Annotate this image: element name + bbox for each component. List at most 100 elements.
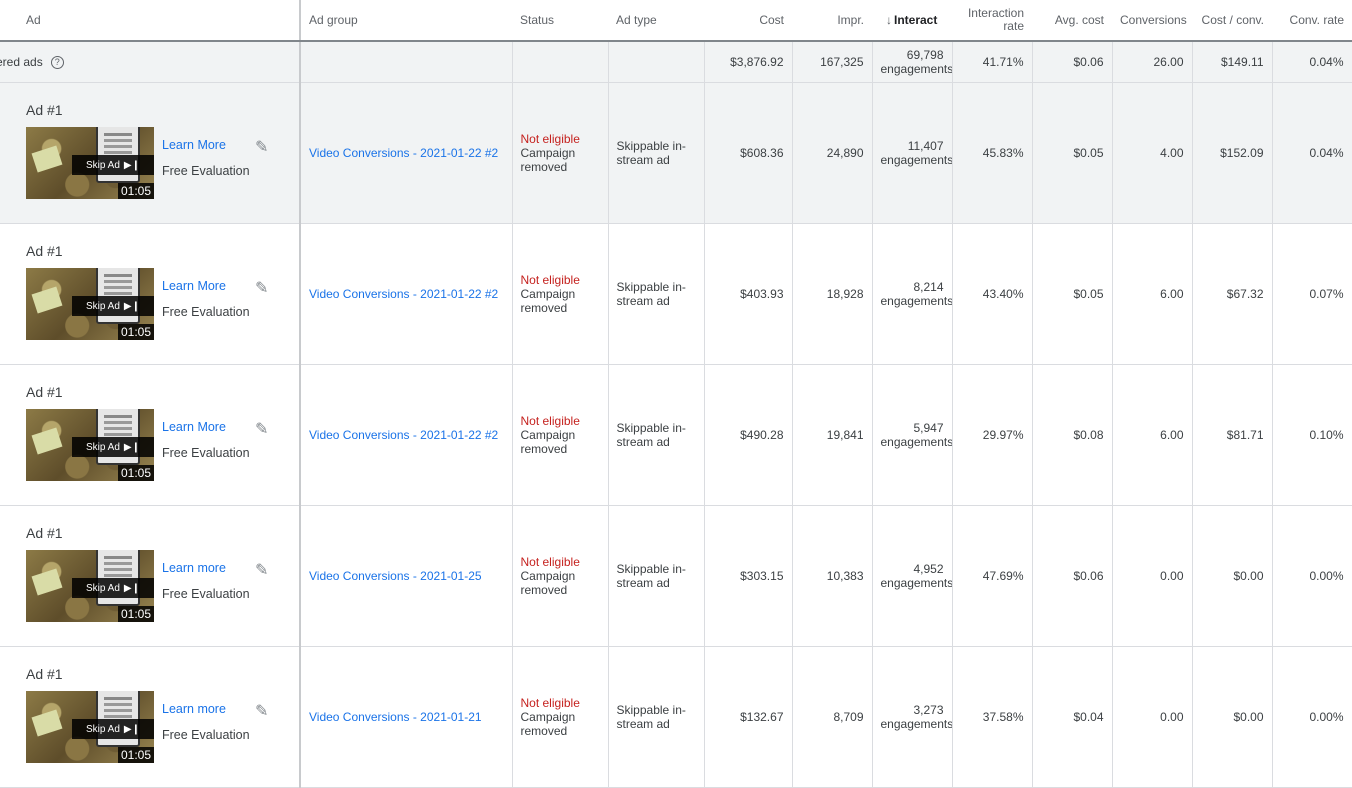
pencil-icon[interactable]: ✎	[255, 560, 268, 580]
cost-cell: $303.15	[704, 505, 793, 647]
conversions-cell: 0.00	[1112, 505, 1193, 647]
col-header-avg-cost[interactable]: Avg. cost	[1032, 0, 1112, 42]
ad-name: Ad #1	[26, 384, 63, 400]
status-sub: Campaign removed	[520, 569, 576, 597]
pencil-icon[interactable]: ✎	[255, 701, 268, 721]
video-thumbnail[interactable]: Skip Ad ▶❙ 01:05	[26, 127, 154, 199]
interaction-rate-cell: 43.40%	[952, 223, 1033, 365]
ad-cell: ◀ Ad #1 Skip Ad▶❙ 01:05 Learn More Free …	[0, 82, 301, 224]
ad-cell: ◀ Ad #1 Skip Ad▶❙ 01:05 Learn More Free …	[0, 364, 301, 506]
ad-group-cell: Video Conversions - 2021-01-22 #2	[300, 364, 513, 506]
impr-cell: 19,841	[792, 364, 873, 506]
ad-cell: ◀ Ad #1 Skip Ad▶❙ 01:05 Learn more Free …	[0, 505, 301, 647]
total-interaction-rate: 41.71%	[952, 41, 1033, 83]
table-row[interactable]: ◀ Ad #1 Skip Ad▶❙ 01:05 Learn more Free …	[0, 646, 1352, 788]
interaction-rate-cell: 29.97%	[952, 364, 1033, 506]
ad-group-link[interactable]: Video Conversions - 2021-01-22 #2	[309, 146, 498, 160]
cta-link[interactable]: Learn more	[162, 702, 226, 716]
thumbnail-note	[31, 427, 63, 455]
status-cell: Not eligible Campaign removed	[512, 505, 609, 647]
status-main[interactable]: Not eligible	[521, 132, 580, 146]
pencil-icon[interactable]: ✎	[255, 419, 268, 439]
video-duration: 01:05	[117, 747, 154, 763]
ad-type-cell: Skippable in-stream ad	[608, 223, 705, 365]
col-header-interactions[interactable]: ↓ Interact	[872, 0, 952, 42]
interactions-cell: 8,214 engagements	[872, 223, 953, 365]
col-header-ad[interactable]: Ad	[0, 0, 301, 42]
video-duration: 01:05	[117, 465, 154, 481]
thumbnail-note	[31, 286, 63, 314]
total-conversions: 26.00	[1112, 41, 1193, 83]
cost-cell: $608.36	[704, 82, 793, 224]
status-main[interactable]: Not eligible	[521, 273, 580, 287]
interaction-rate-cell: 37.58%	[952, 646, 1033, 788]
table-row[interactable]: ◀ Ad #1 Skip Ad▶❙ 01:05 Learn More Free …	[0, 82, 1352, 224]
col-header-cost[interactable]: Cost	[704, 0, 792, 42]
skip-ad-button: Skip Ad ▶❙	[72, 719, 154, 739]
ad-name: Ad #1	[26, 525, 63, 541]
status-sub: Campaign removed	[520, 710, 576, 738]
ad-group-cell: Video Conversions - 2021-01-21	[300, 646, 513, 788]
conv-rate-cell: 0.04%	[1272, 82, 1352, 224]
table-row[interactable]: ◀ Ad #1 Skip Ad▶❙ 01:05 Learn more Free …	[0, 505, 1352, 647]
video-thumbnail[interactable]: Skip Ad ▶❙ 01:05	[26, 550, 154, 622]
skip-next-icon: ▶❙	[123, 582, 140, 594]
table-row[interactable]: ◀ Ad #1 Skip Ad▶❙ 01:05 Learn More Free …	[0, 223, 1352, 365]
col-header-interaction-rate[interactable]: Interaction rate	[952, 0, 1032, 42]
ad-description: Free Evaluation	[162, 446, 250, 460]
cta-link[interactable]: Learn More	[162, 279, 226, 293]
conv-rate-cell: 0.10%	[1272, 364, 1352, 506]
total-impr: 167,325	[792, 41, 873, 83]
status-cell: Not eligible Campaign removed	[512, 82, 609, 224]
status-cell: Not eligible Campaign removed	[512, 364, 609, 506]
ad-group-link[interactable]: Video Conversions - 2021-01-22 #2	[309, 287, 498, 301]
status-main[interactable]: Not eligible	[521, 696, 580, 710]
total-cost: $3,876.92	[704, 41, 793, 83]
total-ad-type	[608, 41, 705, 83]
avg-cost-cell: $0.05	[1032, 82, 1113, 224]
cta-link[interactable]: Learn More	[162, 420, 226, 434]
skip-ad-button: Skip Ad ▶❙	[72, 155, 154, 175]
status-main[interactable]: Not eligible	[521, 555, 580, 569]
video-thumbnail[interactable]: Skip Ad ▶❙ 01:05	[26, 268, 154, 340]
video-thumbnail[interactable]: Skip Ad ▶❙ 01:05	[26, 409, 154, 481]
col-header-ad-type[interactable]: Ad type	[608, 0, 704, 42]
video-thumbnail[interactable]: Skip Ad ▶❙ 01:05	[26, 691, 154, 763]
skip-ad-button: Skip Ad ▶❙	[72, 578, 154, 598]
ad-group-link[interactable]: Video Conversions - 2021-01-21	[309, 710, 482, 724]
ad-description: Free Evaluation	[162, 305, 250, 319]
skip-next-icon: ▶❙	[123, 159, 140, 171]
conv-rate-cell: 0.07%	[1272, 223, 1352, 365]
ad-description: Free Evaluation	[162, 164, 250, 178]
col-header-impr[interactable]: Impr.	[792, 0, 872, 42]
skip-ad-button: Skip Ad ▶❙	[72, 437, 154, 457]
thumbnail-note	[31, 709, 63, 737]
ad-cell: ◀ Ad #1 Skip Ad▶❙ 01:05 Learn More Free …	[0, 223, 301, 365]
help-circle-icon[interactable]: ?	[50, 55, 64, 69]
col-header-status[interactable]: Status	[512, 0, 608, 42]
cost-conv-cell: $81.71	[1192, 364, 1273, 506]
impr-cell: 24,890	[792, 82, 873, 224]
status-cell: Not eligible Campaign removed	[512, 646, 609, 788]
cta-link[interactable]: Learn more	[162, 561, 226, 575]
ad-description: Free Evaluation	[162, 728, 250, 742]
ad-type-cell: Skippable in-stream ad	[608, 646, 705, 788]
col-header-conversions[interactable]: Conversions	[1112, 0, 1192, 42]
ad-group-link[interactable]: Video Conversions - 2021-01-22 #2	[309, 428, 498, 442]
col-header-ad-group[interactable]: Ad group	[300, 0, 512, 42]
col-header-cost-conv[interactable]: Cost / conv.	[1192, 0, 1272, 42]
table-row[interactable]: ◀ Ad #1 Skip Ad▶❙ 01:05 Learn More Free …	[0, 364, 1352, 506]
conversions-cell: 6.00	[1112, 223, 1193, 365]
cost-conv-cell: $152.09	[1192, 82, 1273, 224]
col-header-conv-rate[interactable]: Conv. rate	[1272, 0, 1352, 42]
pencil-icon[interactable]: ✎	[255, 278, 268, 298]
total-conv-rate: 0.04%	[1272, 41, 1352, 83]
cost-cell: $403.93	[704, 223, 793, 365]
ad-group-link[interactable]: Video Conversions - 2021-01-25	[309, 569, 482, 583]
conversions-cell: 4.00	[1112, 82, 1193, 224]
ads-table: Ad Ad group Status Ad type Cost Impr. ↓ I…	[0, 0, 1352, 788]
pencil-icon[interactable]: ✎	[255, 137, 268, 157]
status-main[interactable]: Not eligible	[521, 414, 580, 428]
cta-link[interactable]: Learn More	[162, 138, 226, 152]
avg-cost-cell: $0.05	[1032, 223, 1113, 365]
